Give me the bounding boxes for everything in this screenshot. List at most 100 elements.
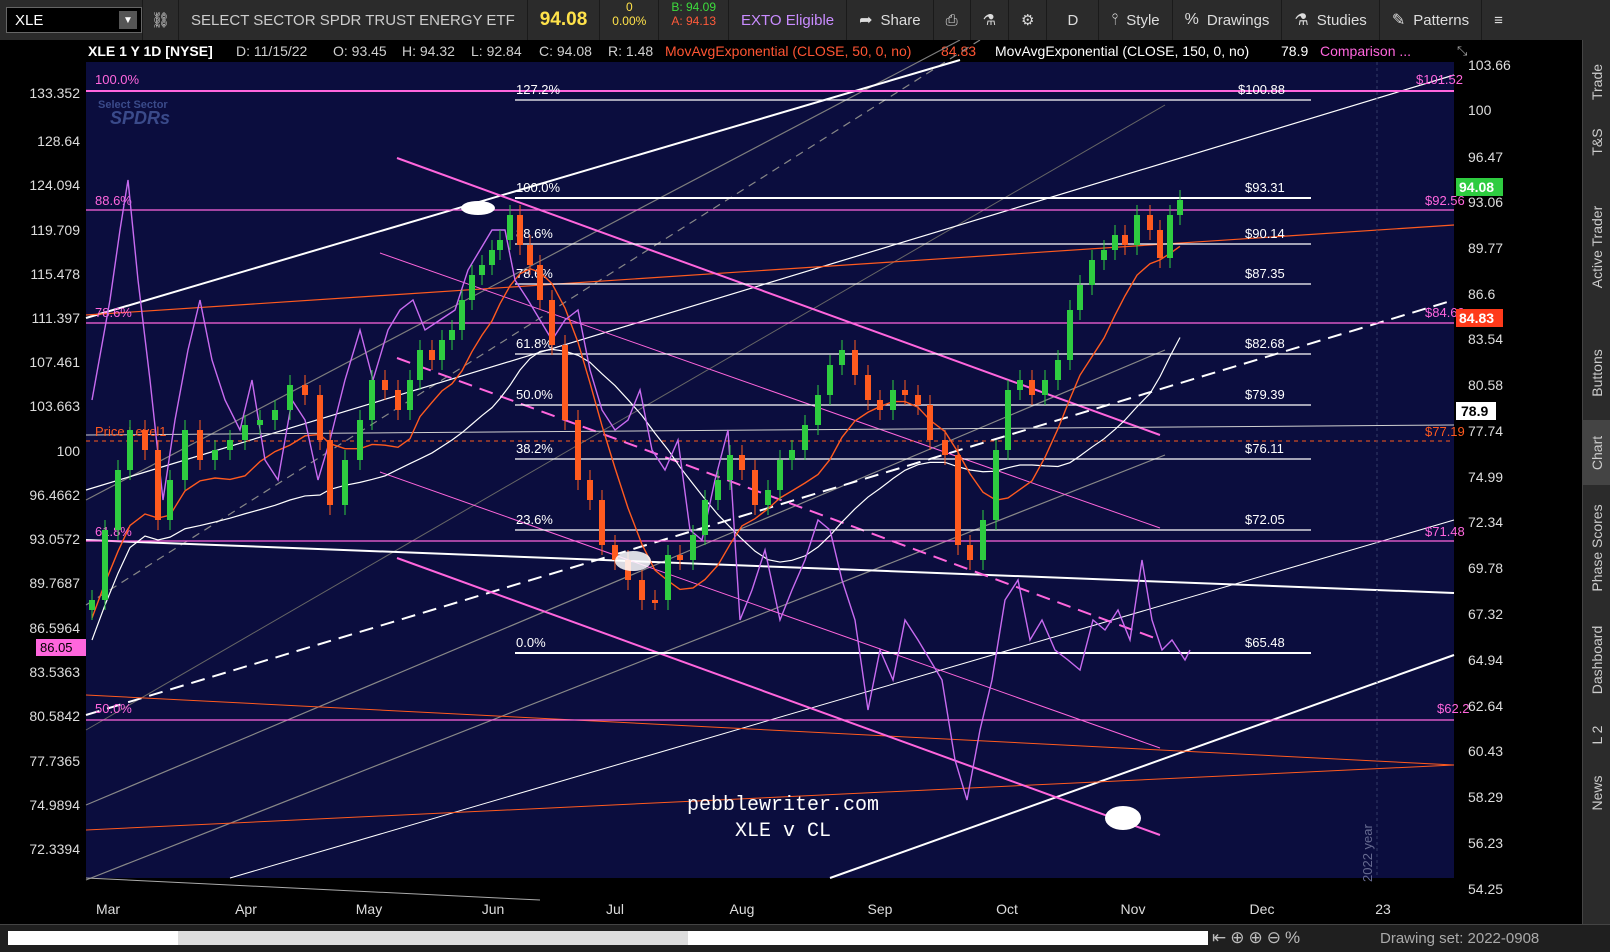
candle-body xyxy=(395,390,401,410)
candle-body xyxy=(257,420,263,425)
right-side-tabs: Trade T&S Active Trader Buttons Chart Ph… xyxy=(1582,40,1610,924)
symbol-selector[interactable]: XLE ▼ xyxy=(6,7,142,33)
tab-news[interactable]: News xyxy=(1583,760,1610,825)
pct-change: 0.00% xyxy=(612,14,647,28)
collapse-icon[interactable]: ⇤ xyxy=(1212,928,1230,947)
style-button[interactable]: ⫯ Style xyxy=(1098,0,1171,40)
share-label: Share xyxy=(880,11,921,29)
ema50-legend[interactable]: MovAvgExponential (CLOSE, 50, 0, no) xyxy=(665,43,911,59)
comparison-legend[interactable]: Comparison ... xyxy=(1320,43,1411,59)
candle-body xyxy=(155,450,161,520)
settings-button[interactable]: ⚙ xyxy=(1008,0,1046,40)
flask-button[interactable]: ⚗ xyxy=(969,0,1008,40)
tab-active-trader[interactable]: Active Trader xyxy=(1583,172,1610,322)
left-axis-tick: 119.709 xyxy=(30,222,80,238)
candle-body xyxy=(902,390,908,395)
candle-body xyxy=(272,410,278,420)
candle-body xyxy=(1089,260,1095,285)
share-button[interactable]: ➦ Share xyxy=(846,0,932,40)
tab-buttons[interactable]: Buttons xyxy=(1583,330,1610,415)
studies-icon: ⚗ xyxy=(1294,12,1309,29)
candle-body xyxy=(789,450,795,460)
candle-body xyxy=(562,345,568,420)
zoom-out-icon[interactable]: ⊖ xyxy=(1267,928,1285,947)
time-axis-tick: 23 xyxy=(1375,901,1391,917)
chevron-down-icon[interactable]: ▼ xyxy=(119,11,137,29)
ohlc-date: D: 11/15/22 xyxy=(236,43,308,59)
candle-body xyxy=(639,580,645,600)
right-axis-tick: 69.78 xyxy=(1468,560,1503,576)
crosshair-icon[interactable]: ⊕ xyxy=(1230,928,1248,947)
left-axis-tick: 111.397 xyxy=(31,310,80,326)
exto-eligible[interactable]: EXTO Eligible xyxy=(728,0,846,40)
scrollbar-thumb[interactable] xyxy=(178,931,688,945)
tab-news-label: News xyxy=(1589,774,1605,811)
collapse-icon[interactable]: ⤡ xyxy=(1457,43,1468,58)
candle-body xyxy=(827,365,833,395)
candle-body xyxy=(739,455,745,470)
ema150-legend[interactable]: MovAvgExponential (CLOSE, 150, 0, no) xyxy=(995,43,1249,59)
candle-body xyxy=(865,375,871,400)
percent-icon[interactable]: % xyxy=(1285,928,1304,947)
chart-area[interactable]: XLE 1 Y 1D [NYSE] D: 11/15/22 O: 93.45 H… xyxy=(0,39,1582,924)
candle-body xyxy=(479,265,485,275)
xle-fib-886-price: $90.14 xyxy=(1245,226,1285,241)
candle-body xyxy=(915,395,921,405)
tab-trade[interactable]: Trade xyxy=(1583,52,1610,112)
patterns-label: Patterns xyxy=(1413,11,1470,29)
marker-oval-nov[interactable] xyxy=(1105,806,1141,830)
right-axis-tick: 58.29 xyxy=(1468,789,1503,805)
candle-body xyxy=(890,390,896,410)
cl-fib-50-pct: 50.0% xyxy=(95,701,132,716)
xle-fib-1272-price: $100.88 xyxy=(1238,82,1285,97)
link-icon[interactable]: ⛓ xyxy=(142,0,178,40)
left-axis-tick: 74.9894 xyxy=(29,797,80,813)
candle-body xyxy=(765,490,771,505)
tab-ts[interactable]: T&S xyxy=(1583,120,1610,164)
left-axis-tick: 133.352 xyxy=(29,85,80,101)
left-axis-tick: 80.5842 xyxy=(29,708,80,724)
drawing-set[interactable]: Drawing set: 2022-0908 xyxy=(1380,930,1539,947)
tab-chart[interactable]: Chart xyxy=(1583,420,1610,485)
time-axis-tick: Sep xyxy=(868,901,893,917)
time-axis-tick: Jul xyxy=(606,901,624,917)
candle-body xyxy=(1101,250,1107,260)
marker-oval-jul[interactable] xyxy=(615,551,651,571)
candle-body xyxy=(507,215,513,240)
tab-level2-label: L 2 xyxy=(1589,725,1605,745)
right-axis-tick: 96.47 xyxy=(1468,149,1503,165)
zoom-in-icon[interactable]: ⊕ xyxy=(1249,928,1267,947)
studies-button[interactable]: ⚗ Studies xyxy=(1281,0,1378,40)
tab-phase-scores-label: Phase Scores xyxy=(1589,503,1605,592)
tab-dashboard[interactable]: Dashboard xyxy=(1583,610,1610,710)
candle-body xyxy=(517,215,523,245)
time-axis-tick: Apr xyxy=(235,901,257,917)
candle-body xyxy=(1167,215,1173,258)
left-axis-tick: 72.3394 xyxy=(29,841,80,857)
tab-level2[interactable]: L 2 xyxy=(1583,715,1610,755)
drawings-button[interactable]: % Drawings xyxy=(1171,0,1282,40)
left-axis-tick: 128.64 xyxy=(37,133,80,149)
candle-body xyxy=(665,555,671,600)
menu-button[interactable]: ≡ xyxy=(1481,0,1515,40)
patterns-button[interactable]: ✎ Patterns xyxy=(1378,0,1481,40)
right-axis-tick: 86.6 xyxy=(1468,286,1495,302)
marker-oval-jun[interactable] xyxy=(461,201,495,215)
price-flag-text: 94.08 xyxy=(1459,179,1494,195)
annotation-site: pebblewriter.com xyxy=(687,794,879,817)
candle-body xyxy=(407,380,413,410)
period-button[interactable]: D xyxy=(1046,0,1098,40)
candle-body xyxy=(537,265,543,300)
time-axis-tick: Dec xyxy=(1250,901,1275,917)
last-price: 94.08 xyxy=(526,0,600,40)
snapshot-button[interactable]: ⎙ xyxy=(932,0,970,40)
horizontal-scrollbar[interactable] xyxy=(8,931,1208,945)
tab-phase-scores[interactable]: Phase Scores xyxy=(1583,490,1610,605)
time-axis-tick: May xyxy=(356,901,382,917)
candle-body xyxy=(469,275,475,300)
candle-body xyxy=(715,480,721,500)
candle-body xyxy=(967,545,973,560)
candle-body xyxy=(852,350,858,375)
candle-body xyxy=(197,430,203,460)
candle-body xyxy=(839,350,845,365)
